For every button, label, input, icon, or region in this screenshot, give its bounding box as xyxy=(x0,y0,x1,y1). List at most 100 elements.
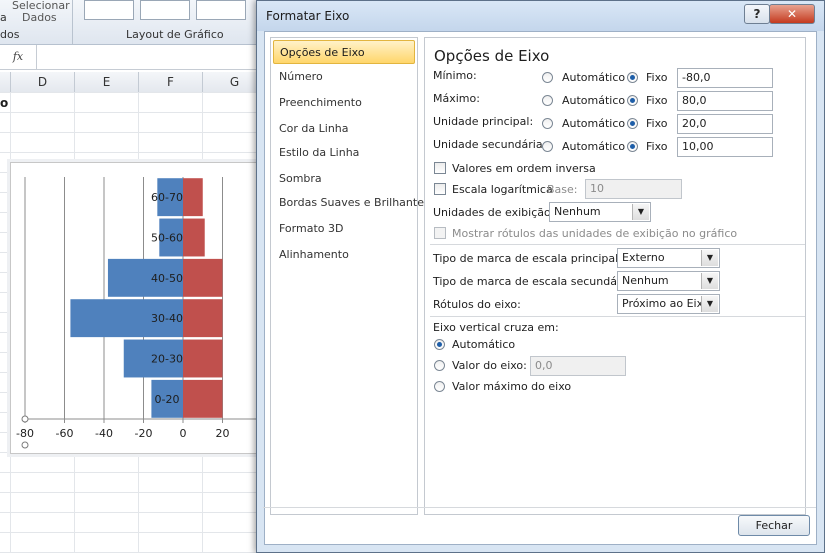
category-label-5: 60-70 xyxy=(151,191,183,204)
show-units-checkbox[interactable] xyxy=(434,227,446,239)
crosses-max-radio[interactable] xyxy=(434,381,445,392)
major-unit-label: Unidade principal: xyxy=(433,115,534,128)
layout-thumb-1[interactable] xyxy=(84,0,134,20)
bar-s1-0 xyxy=(183,379,223,418)
layout-thumb-2[interactable] xyxy=(140,0,190,20)
selection-handle-1 xyxy=(21,441,29,449)
help-button[interactable]: ? xyxy=(744,4,770,24)
minor-unit-value-input[interactable]: 10,00 xyxy=(677,137,773,157)
base-input[interactable]: 10 xyxy=(585,179,682,199)
crosses-auto-radio[interactable] xyxy=(434,339,445,350)
column-header-d[interactable]: D xyxy=(11,72,75,92)
base-label: Base: xyxy=(547,183,578,196)
crosses-value-input[interactable]: 0,0 xyxy=(530,356,626,376)
maximum-fixed-radio[interactable] xyxy=(627,95,638,106)
bar-s1-2 xyxy=(183,299,223,338)
log-scale-checkbox[interactable] xyxy=(434,183,446,195)
column-header-f[interactable]: F xyxy=(139,72,203,92)
nav-item-alignment[interactable]: Alinhamento xyxy=(273,243,415,267)
layout-thumb-3[interactable] xyxy=(196,0,246,20)
fx-icon[interactable]: fx xyxy=(0,45,37,69)
ribbon-group-fragment: dos xyxy=(0,28,20,41)
dialog-title: Formatar Eixo xyxy=(266,9,350,23)
panel-title: Opções de Eixo xyxy=(434,47,550,65)
bar-s1-1 xyxy=(183,339,223,378)
chevron-down-icon[interactable]: ▼ xyxy=(701,273,718,289)
bar-chart[interactable]: 0-20 20-30 30-40 40-50 50-60 60-70 -80 -60 -40 -2… xyxy=(11,163,261,453)
ribbon-fragment: a xyxy=(0,11,7,24)
minor-unit-auto-radio[interactable] xyxy=(542,141,553,152)
category-label-3: 40-50 xyxy=(151,272,183,285)
ribbon-divider xyxy=(72,0,73,44)
nav-item-3d-format[interactable]: Formato 3D xyxy=(273,217,415,241)
x-tick-label-0: -80 xyxy=(16,427,34,440)
minimum-fixed-radio[interactable] xyxy=(627,72,638,83)
display-units-value: Nenhum xyxy=(554,205,601,218)
show-units-label: Mostrar rótulos das unidades de exibição… xyxy=(452,227,738,240)
nav-item-shadow[interactable]: Sombra xyxy=(273,167,415,191)
major-tick-select[interactable]: Externo ▼ xyxy=(617,248,720,268)
maximum-auto-label[interactable]: Automático xyxy=(562,94,625,107)
major-unit-fixed-radio[interactable] xyxy=(627,118,638,129)
nav-item-number[interactable]: Número xyxy=(273,65,415,89)
crosses-max-label[interactable]: Valor máximo do eixo xyxy=(452,380,571,393)
nav-item-line-color[interactable]: Cor da Linha xyxy=(273,117,415,141)
bar-s1-4 xyxy=(183,218,205,257)
chevron-down-icon[interactable]: ▼ xyxy=(632,204,649,220)
chevron-down-icon[interactable]: ▼ xyxy=(701,250,718,266)
category-list: Opções de Eixo Número Preenchimento Cor … xyxy=(270,37,430,515)
minor-unit-fixed-label[interactable]: Fixo xyxy=(646,140,667,153)
maximum-label: Máximo: xyxy=(433,92,480,105)
maximum-fixed-label[interactable]: Fixo xyxy=(646,94,667,107)
major-unit-auto-radio[interactable] xyxy=(542,118,553,129)
major-tick-value: Externo xyxy=(622,251,665,264)
close-icon[interactable]: ✕ xyxy=(769,4,815,24)
reverse-order-label[interactable]: Valores em ordem inversa xyxy=(452,162,596,175)
selection-handle-0 xyxy=(21,415,29,423)
separator-1 xyxy=(430,244,805,245)
x-tick-label-2: -40 xyxy=(95,427,113,440)
select-data-label-2[interactable]: Dados xyxy=(22,11,57,24)
crosses-value-label[interactable]: Valor do eixo: xyxy=(452,359,527,372)
minor-unit-fixed-radio[interactable] xyxy=(627,141,638,152)
maximum-auto-radio[interactable] xyxy=(542,95,553,106)
reverse-order-checkbox[interactable] xyxy=(434,162,446,174)
display-units-label: Unidades de exibição: xyxy=(433,206,555,219)
chevron-down-icon[interactable]: ▼ xyxy=(701,296,718,312)
layout-group-label: Layout de Gráfico xyxy=(126,28,224,41)
crosses-value-radio[interactable] xyxy=(434,360,445,371)
row-header-corner[interactable] xyxy=(0,72,11,92)
axis-labels-value: Próximo ao Eixo xyxy=(622,297,710,310)
axis-labels-select[interactable]: Próximo ao Eixo ▼ xyxy=(617,294,720,314)
category-label-1: 20-30 xyxy=(151,353,183,366)
nav-item-fill[interactable]: Preenchimento xyxy=(273,91,415,115)
column-header-e[interactable]: E xyxy=(75,72,139,92)
crosses-heading: Eixo vertical cruza em: xyxy=(433,321,559,334)
major-unit-value-input[interactable]: 20,0 xyxy=(677,114,773,134)
minor-tick-select[interactable]: Nenhum ▼ xyxy=(617,271,720,291)
minimum-label: Mínimo: xyxy=(433,69,477,82)
maximum-value-input[interactable]: 80,0 xyxy=(677,91,773,111)
category-label-0: 0-20 xyxy=(155,393,180,406)
minimum-auto-label[interactable]: Automático xyxy=(562,71,625,84)
nav-item-line-style[interactable]: Estilo da Linha xyxy=(273,141,415,165)
x-tick-label-3: -20 xyxy=(135,427,153,440)
nav-item-glow-soft-edges[interactable]: Bordas Suaves e Brilhantes xyxy=(273,191,430,215)
separator-2 xyxy=(430,316,805,317)
nav-item-axis-options[interactable]: Opções de Eixo xyxy=(273,40,415,64)
category-label-2: 30-40 xyxy=(151,312,183,325)
major-unit-auto-label[interactable]: Automático xyxy=(562,117,625,130)
minimum-fixed-label[interactable]: Fixo xyxy=(646,71,667,84)
minimum-value-input[interactable]: -80,0 xyxy=(677,68,773,88)
crosses-auto-label[interactable]: Automático xyxy=(452,338,515,351)
log-scale-label[interactable]: Escala logarítmica xyxy=(452,183,553,196)
display-units-select[interactable]: Nenhum ▼ xyxy=(549,202,651,222)
minor-unit-auto-label[interactable]: Automático xyxy=(562,140,625,153)
major-unit-fixed-label[interactable]: Fixo xyxy=(646,117,667,130)
chart-area[interactable]: 0-20 20-30 30-40 40-50 50-60 60-70 -80 -60 -40 -2… xyxy=(10,162,262,454)
x-tick-label-5: 20 xyxy=(216,427,230,440)
x-tick-label-4: 0 xyxy=(180,427,187,440)
axis-labels-label: Rótulos do eixo: xyxy=(433,298,521,311)
minimum-auto-radio[interactable] xyxy=(542,72,553,83)
close-button[interactable]: Fechar xyxy=(738,515,810,536)
